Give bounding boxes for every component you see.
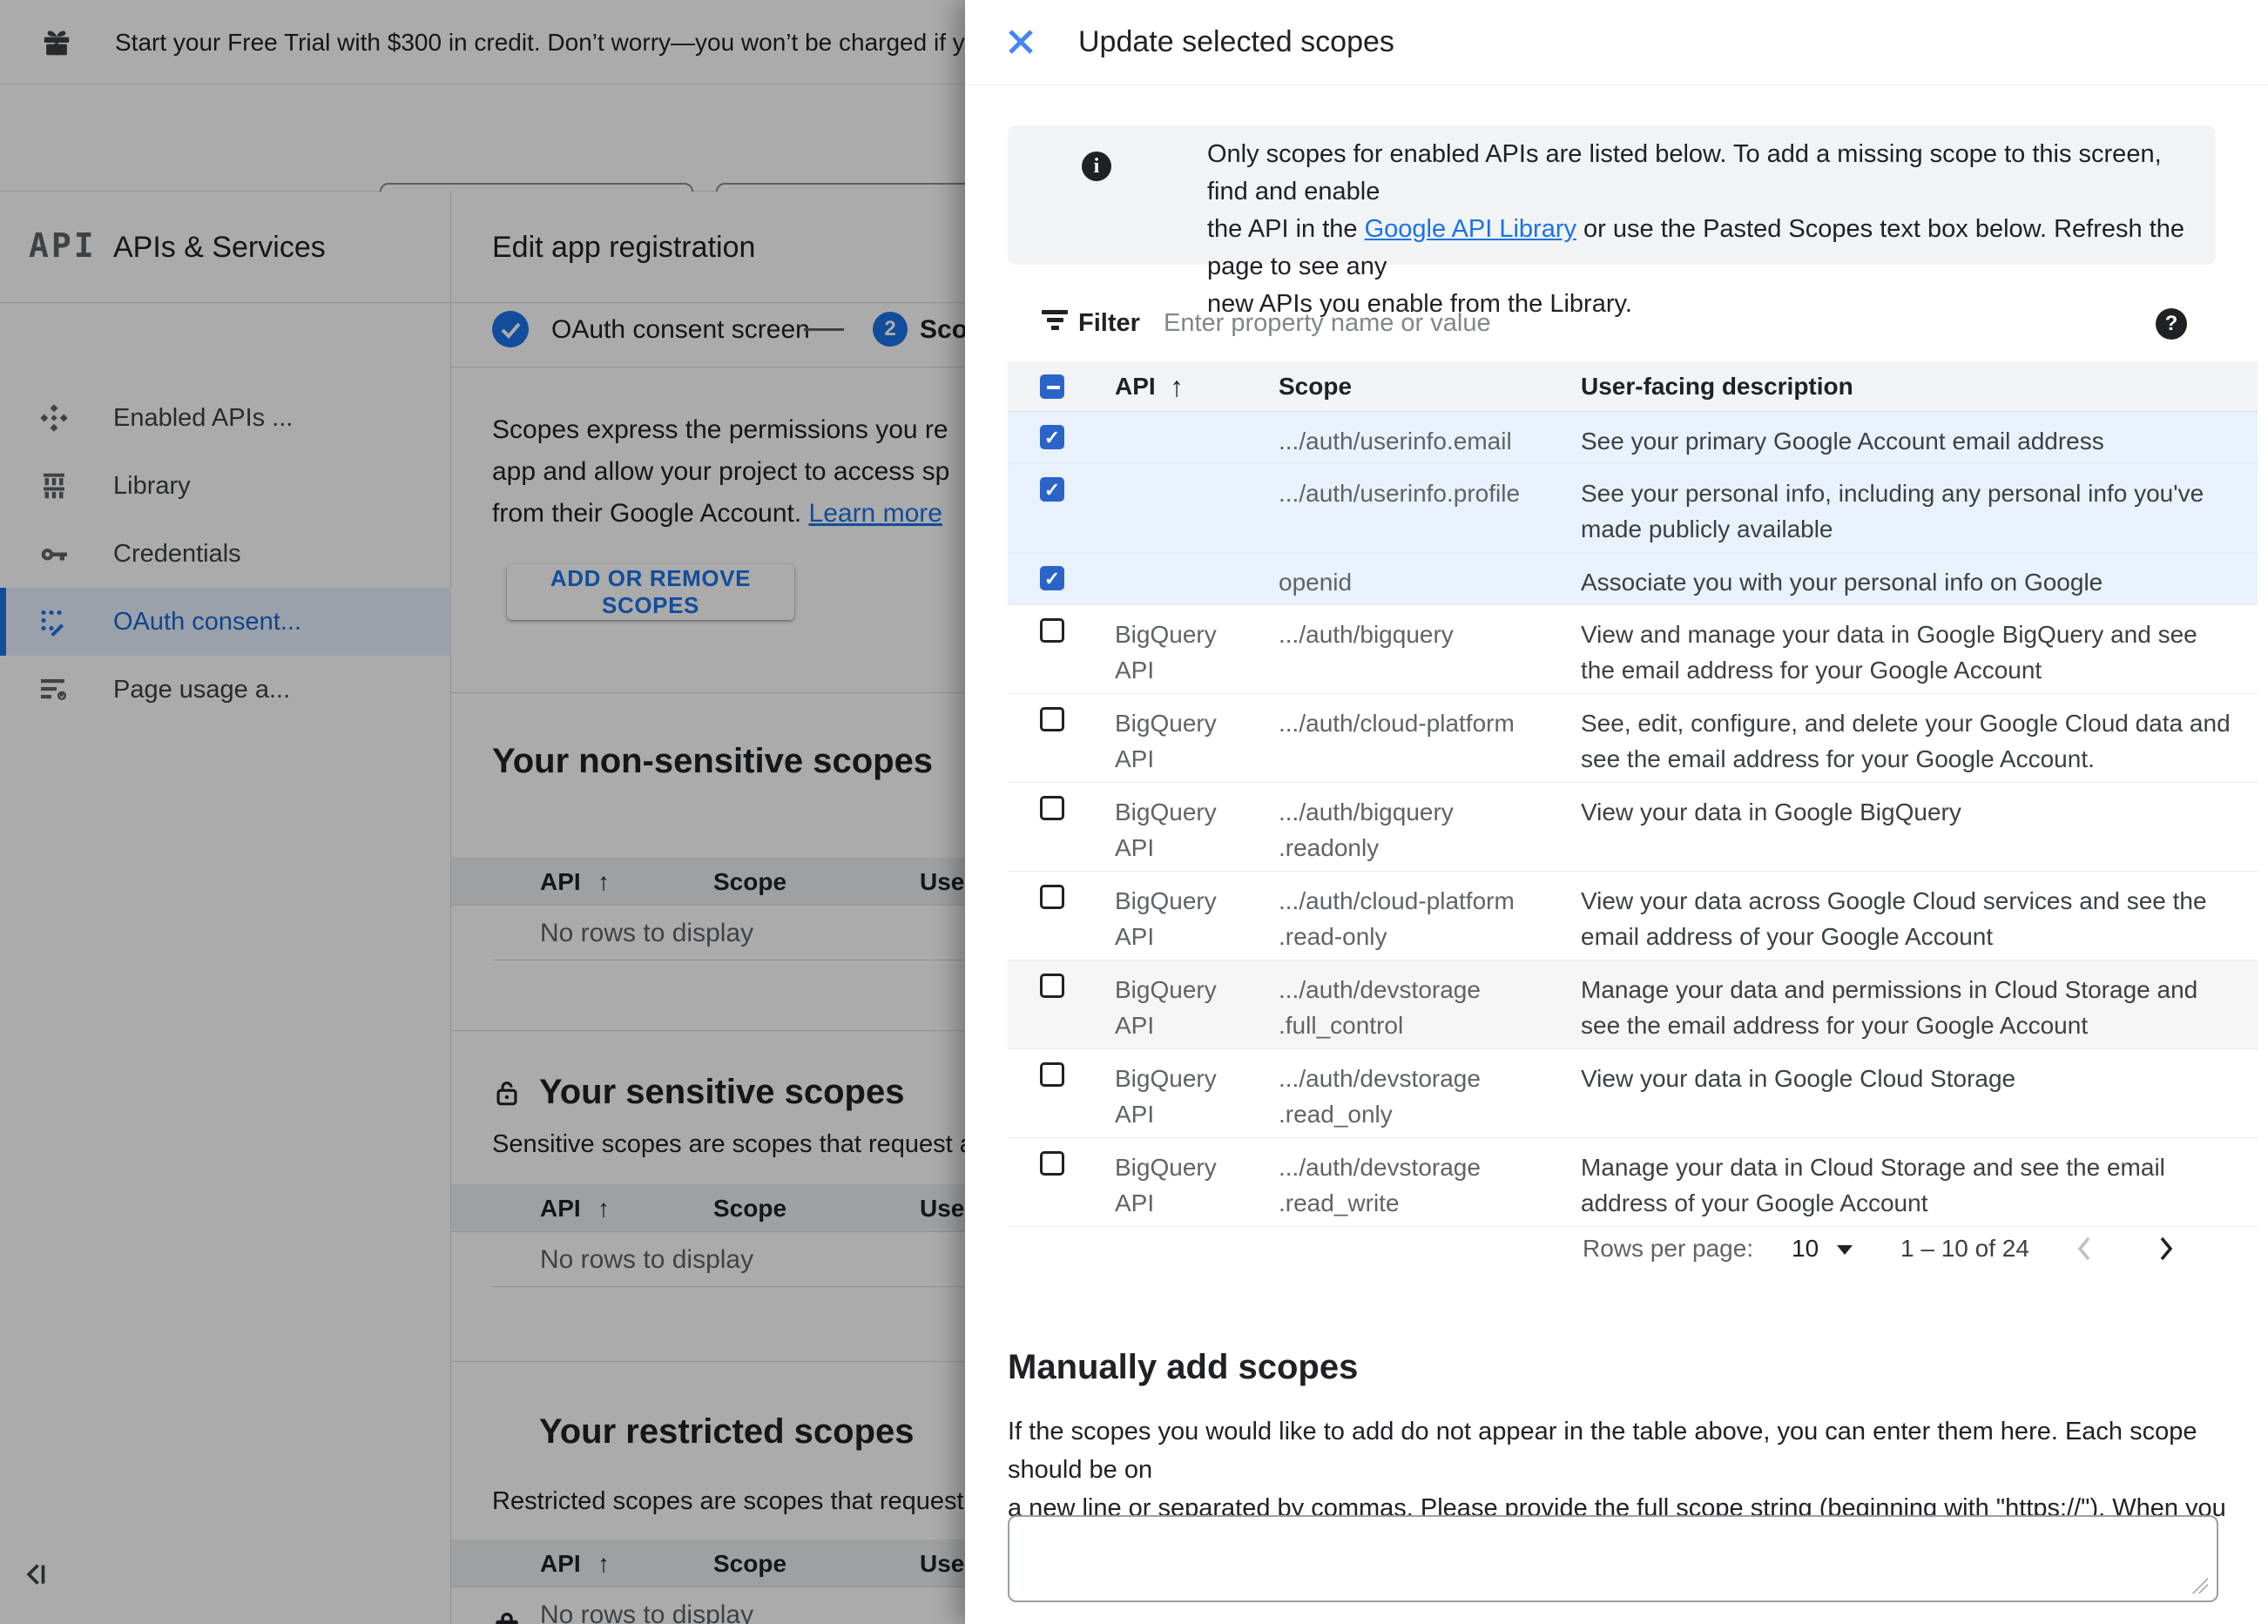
scope-name-cell: .../auth/cloud-platform .read-only	[1279, 887, 1515, 950]
google-cloud-console: Start your Free Trial with $300 in credi…	[0, 0, 2268, 1624]
scope-name-cell: .../auth/devstorage .read_only	[1279, 1065, 1481, 1128]
filter-icon	[1042, 310, 1068, 334]
divider	[965, 84, 2268, 85]
scope-name-cell: .../auth/devstorage .full_control	[1279, 976, 1481, 1039]
filter-row: Filter Enter property name or value ?	[965, 287, 2268, 361]
sort-arrow-icon[interactable]: ↑	[1170, 361, 1184, 412]
scope-checkbox[interactable]: ✓	[1040, 477, 1064, 502]
scope-checkbox[interactable]	[1040, 1062, 1064, 1087]
scope-name-cell: .../auth/bigquery .readonly	[1279, 799, 1454, 861]
scope-checkbox[interactable]: ✓	[1040, 425, 1064, 449]
scope-description-cell: Associate you with your personal info on…	[1581, 569, 2103, 596]
manual-scopes-textarea[interactable]	[1008, 1515, 2218, 1602]
scope-checkbox[interactable]	[1040, 618, 1064, 643]
scope-name-cell: .../auth/devstorage .read_write	[1279, 1154, 1481, 1216]
scope-description-cell: View and manage your data in Google BigQ…	[1581, 621, 2197, 684]
pagination: Rows per page: 10 1 – 10 of 24	[965, 1224, 2268, 1273]
scope-checkbox[interactable]	[1040, 796, 1064, 820]
select-all-checkbox[interactable]	[1040, 374, 1064, 399]
scopes-table-rows: ✓ .../auth/userinfo.email See your primary…	[1008, 412, 2258, 1227]
filter-label[interactable]: Filter	[1078, 287, 1140, 361]
scope-api-cell: BigQuery API	[1115, 621, 1217, 684]
overlay-scrim[interactable]	[0, 0, 965, 1624]
scope-description-cell: View your data in Google BigQuery	[1581, 799, 1961, 825]
scope-row[interactable]: BigQuery API .../auth/cloud-platform .read…	[1008, 872, 2258, 960]
scope-description-cell: Manage your data in Cloud Storage and se…	[1581, 1154, 2165, 1216]
scope-api-cell: BigQuery API	[1115, 1154, 1217, 1216]
scope-api-cell: BigQuery API	[1115, 1065, 1217, 1128]
scopes-table-header: API ↑ Scope User-facing description	[1008, 361, 2258, 412]
scope-row[interactable]: BigQuery API .../auth/devstorage .full_con…	[1008, 960, 2258, 1049]
scope-row[interactable]: BigQuery API .../auth/devstorage .read_onl…	[1008, 1049, 2258, 1138]
scope-name-cell: .../auth/bigquery	[1279, 621, 1454, 648]
scope-description-cell: See, edit, configure, and delete your Go…	[1581, 710, 2231, 772]
scope-api-cell: BigQuery API	[1115, 710, 1217, 772]
scope-api-cell: BigQuery API	[1115, 887, 1217, 950]
scope-row[interactable]: BigQuery API .../auth/cloud-platform See, …	[1008, 694, 2258, 783]
google-api-library-link[interactable]: Google API Library	[1365, 215, 1576, 243]
close-icon[interactable]	[1004, 25, 1037, 58]
rows-per-page-select[interactable]: 10	[1792, 1224, 1819, 1273]
scope-row[interactable]: BigQuery API .../auth/devstorage .read_wri…	[1008, 1138, 2258, 1227]
scope-row[interactable]: BigQuery API .../auth/bigquery View and ma…	[1008, 605, 2258, 694]
scope-description-cell: View your data in Google Cloud Storage	[1581, 1065, 2016, 1092]
manually-add-scopes-title: Manually add scopes	[1008, 1348, 1359, 1386]
scope-name-cell: .../auth/cloud-platform	[1279, 710, 1515, 737]
scope-api-cell: BigQuery API	[1115, 976, 1217, 1039]
scope-checkbox[interactable]: ✓	[1040, 566, 1064, 590]
next-page-icon[interactable]	[2150, 1233, 2181, 1264]
scope-checkbox[interactable]	[1040, 974, 1064, 998]
scope-row[interactable]: ✓ .../auth/userinfo.profile See your perso…	[1008, 464, 2258, 553]
scope-description-cell: View your data across Google Cloud servi…	[1581, 887, 2207, 950]
help-icon[interactable]: ?	[2156, 308, 2187, 340]
scope-name-cell: .../auth/userinfo.profile	[1279, 480, 1521, 507]
scope-name-cell: openid	[1279, 569, 1353, 596]
scope-row[interactable]: ✓ .../auth/userinfo.email See your primary…	[1008, 412, 2258, 464]
scope-description-cell: See your personal info, including any pe…	[1581, 480, 2204, 542]
scope-description-cell: Manage your data and permissions in Clou…	[1581, 976, 2198, 1039]
filter-input[interactable]: Enter property name or value	[1164, 287, 1491, 361]
update-scopes-panel: Update selected scopes i Only scopes for…	[965, 0, 2268, 1624]
chevron-down-icon	[1837, 1245, 1853, 1255]
scopes-table: API ↑ Scope User-facing description ✓...…	[1008, 361, 2258, 1227]
info-banner: i Only scopes for enabled APIs are liste…	[1008, 125, 2216, 318]
scope-checkbox[interactable]	[1040, 885, 1064, 909]
pagination-range: 1 – 10 of 24	[1900, 1235, 2029, 1262]
rows-per-page-label: Rows per page:	[1583, 1235, 1754, 1262]
scope-checkbox[interactable]	[1040, 707, 1064, 731]
scope-row[interactable]: BigQuery API .../auth/bigquery .readonly Vi…	[1008, 783, 2258, 872]
scope-description-cell: See your primary Google Account email ad…	[1581, 428, 2104, 455]
info-icon: i	[1082, 152, 1111, 181]
scope-name-cell: .../auth/userinfo.email	[1279, 428, 1512, 455]
scope-api-cell: BigQuery API	[1115, 799, 1217, 861]
previous-page-icon[interactable]	[2069, 1233, 2101, 1264]
panel-title: Update selected scopes	[1078, 25, 1394, 58]
scope-checkbox[interactable]	[1040, 1151, 1064, 1176]
scope-row[interactable]: ✓ openid Associate you with your personal …	[1008, 553, 2258, 605]
